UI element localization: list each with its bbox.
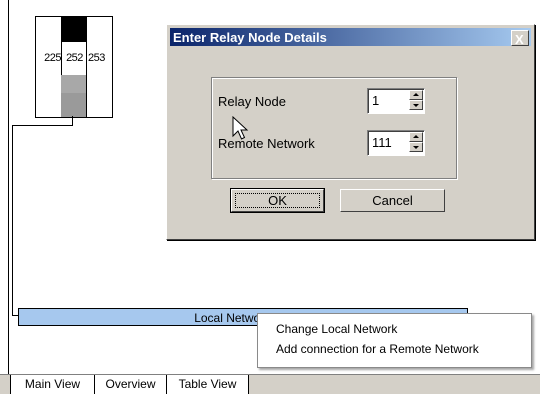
connector-line — [12, 125, 13, 316]
node-label-225: 225 — [44, 52, 61, 64]
mouse-pointer-icon — [232, 116, 249, 140]
cancel-button[interactable]: Cancel — [340, 189, 445, 212]
tab-overview[interactable]: Overview — [94, 375, 167, 394]
node-label-252: 252 — [66, 52, 83, 64]
menu-item-change-local-network[interactable]: Change Local Network — [276, 322, 397, 336]
tab-main-view[interactable]: Main View — [10, 375, 95, 394]
spin-up-arrow-icon[interactable] — [409, 90, 423, 100]
menu-item-add-remote-connection[interactable]: Add connection for a Remote Network — [276, 342, 479, 356]
context-menu: Change Local Network Add connection for … — [257, 313, 532, 368]
relay-node-value[interactable]: 1 — [372, 93, 379, 108]
spin-down-arrow-icon[interactable] — [409, 142, 423, 152]
relay-node-dialog: Enter Relay Node Details X Relay Node 1 … — [166, 24, 535, 240]
node-label-253: 253 — [88, 52, 105, 64]
cancel-button-label: Cancel — [372, 193, 413, 208]
close-button[interactable]: X — [511, 30, 529, 46]
tab-table-view[interactable]: Table View — [166, 375, 249, 394]
node-block[interactable]: 225 252 253 — [35, 16, 113, 118]
remote-network-value[interactable]: 111 — [372, 135, 392, 150]
dialog-title-bar[interactable]: Enter Relay Node Details X — [170, 28, 531, 46]
relay-node-spinner[interactable]: 1 — [367, 88, 425, 114]
spin-up-arrow-icon[interactable] — [409, 132, 423, 142]
close-icon: X — [515, 32, 524, 47]
remote-network-spinner[interactable]: 111 — [367, 130, 425, 156]
spin-down-arrow-icon[interactable] — [409, 100, 423, 110]
connector-line — [12, 125, 73, 126]
view-tabs: Main View Overview Table View — [0, 374, 540, 394]
canvas-left-border — [8, 0, 9, 374]
relay-node-label: Relay Node — [218, 94, 286, 109]
ok-button[interactable]: OK — [231, 189, 324, 212]
dialog-title: Enter Relay Node Details — [173, 30, 327, 45]
